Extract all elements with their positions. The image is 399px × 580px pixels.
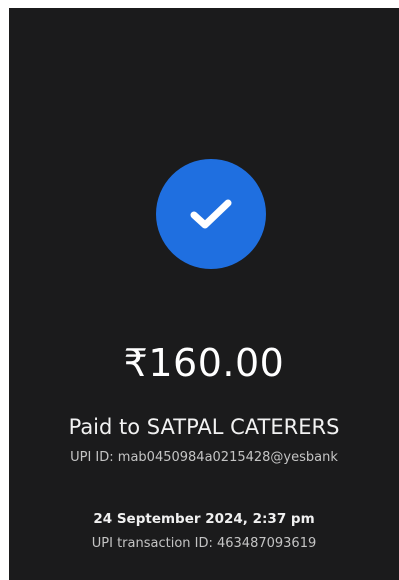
payment-amount: ₹160.00 — [123, 341, 285, 385]
payee-upi-id: UPI ID: mab0450984a0215428@yesbank — [70, 450, 338, 465]
payee-name: Paid to SATPAL CATERERS — [68, 415, 340, 439]
success-check-badge — [156, 159, 266, 269]
payment-success-screen: ₹160.00 Paid to SATPAL CATERERS UPI ID: … — [9, 8, 399, 580]
payment-datetime: 24 September 2024, 2:37 pm — [93, 511, 315, 527]
upi-transaction-id: UPI transaction ID: 463487093619 — [91, 536, 317, 551]
check-icon — [190, 199, 232, 229]
